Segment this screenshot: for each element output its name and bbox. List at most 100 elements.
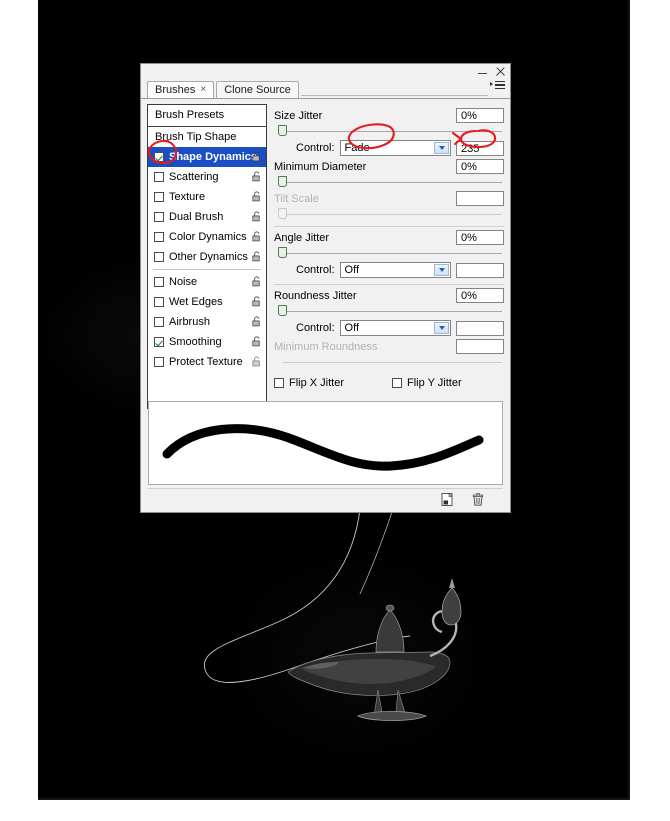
sidebar-item-texture[interactable]: Texture [148, 187, 266, 207]
roundness-control-line: Control: Off [274, 320, 504, 336]
close-icon[interactable] [495, 66, 506, 77]
angle-control-line: Control: Off [274, 262, 504, 278]
chevron-down-icon[interactable] [434, 142, 449, 154]
roundness-jitter-label: Roundness Jitter [274, 289, 357, 302]
sidebar-label-brush-tip-shape: Brush Tip Shape [155, 130, 237, 143]
minimum-diameter-value[interactable]: 0% [456, 159, 504, 174]
sidebar-item-protect-texture[interactable]: Protect Texture [148, 352, 266, 372]
minimize-icon[interactable] [477, 66, 488, 77]
checkbox-airbrush[interactable] [154, 317, 164, 327]
roundness-jitter-slider[interactable] [274, 305, 504, 317]
brush-option-list: Brush Presets Brush Tip Shape Shape Dyna… [147, 104, 267, 409]
size-jitter-label: Size Jitter [274, 109, 323, 122]
sidebar-item-color-dynamics[interactable]: Color Dynamics [148, 227, 266, 247]
size-jitter-slider-knob[interactable] [278, 125, 287, 136]
roundness-jitter-value[interactable]: 0% [456, 288, 504, 303]
sidebar-label-texture: Texture [169, 190, 206, 203]
lock-icon[interactable] [251, 296, 262, 307]
lock-icon[interactable] [251, 336, 262, 347]
roundness-control-steps[interactable] [456, 320, 504, 336]
chevron-down-icon[interactable] [434, 264, 449, 276]
angle-jitter-slider-knob[interactable] [278, 247, 287, 258]
minimum-roundness-value [456, 339, 504, 354]
checkbox-other-dynamics[interactable] [154, 252, 164, 262]
tab-clone-source[interactable]: Clone Source [216, 81, 299, 98]
minimum-diameter-slider-knob[interactable] [278, 176, 287, 187]
checkbox-wet-edges[interactable] [154, 297, 164, 307]
lock-icon[interactable] [251, 316, 262, 327]
size-jitter-value[interactable]: 0% [456, 108, 504, 123]
controls-divider-1 [274, 226, 504, 227]
checkbox-flip-x-jitter[interactable] [274, 378, 284, 388]
angle-jitter-value[interactable]: 0% [456, 230, 504, 245]
sidebar-item-brush-tip-shape[interactable]: Brush Tip Shape [148, 127, 266, 147]
minimum-diameter-slider[interactable] [274, 176, 504, 188]
lock-icon[interactable] [251, 191, 262, 202]
sidebar-label-noise: Noise [169, 275, 198, 288]
fade-steps-value[interactable]: 235 [456, 140, 504, 156]
sidebar-label-protect-texture: Protect Texture [169, 355, 243, 368]
lock-icon[interactable] [251, 231, 262, 242]
sidebar-label-smoothing: Smoothing [169, 335, 222, 348]
tab-close-icon[interactable]: × [200, 85, 206, 95]
lock-icon[interactable] [251, 251, 262, 262]
size-control-select[interactable]: Fade [339, 140, 451, 156]
flip-y-jitter-option[interactable]: Flip Y Jitter [392, 377, 462, 389]
flip-x-jitter-option[interactable]: Flip X Jitter [274, 377, 344, 389]
angle-control-select[interactable]: Off [339, 262, 451, 278]
shape-dynamics-controls: Size Jitter 0% Control: Fade 235 Minimum… [274, 104, 504, 409]
checkbox-noise[interactable] [154, 277, 164, 287]
roundness-control-select[interactable]: Off [339, 320, 451, 336]
sidebar-item-dual-brush[interactable]: Dual Brush [148, 207, 266, 227]
tilt-scale-label: Tilt Scale [274, 192, 319, 205]
checkbox-protect-texture[interactable] [154, 357, 164, 367]
sidebar-label-wet-edges: Wet Edges [169, 295, 223, 308]
option-list-scroll: Brush Tip Shape Shape Dynamics Scatterin… [148, 127, 266, 408]
sidebar-item-other-dynamics[interactable]: Other Dynamics [148, 247, 266, 267]
panel-body: Brush Presets Brush Tip Shape Shape Dyna… [141, 99, 510, 409]
lock-icon[interactable] [251, 171, 262, 182]
roundness-control-value: Off [344, 322, 360, 334]
tilt-scale-slider [274, 208, 504, 220]
roundness-jitter-slider-knob[interactable] [278, 305, 287, 316]
sidebar-label-airbrush: Airbrush [169, 315, 210, 328]
checkbox-scattering[interactable] [154, 172, 164, 182]
checkbox-flip-y-jitter[interactable] [392, 378, 403, 388]
sidebar-item-noise[interactable]: Noise [148, 272, 266, 292]
sidebar-item-brush-presets[interactable]: Brush Presets [148, 105, 266, 127]
flip-x-jitter-label: Flip X Jitter [289, 377, 345, 389]
trash-icon[interactable] [471, 492, 485, 507]
roundness-jitter-row: Roundness Jitter 0% [274, 287, 504, 304]
minimum-roundness-row: Minimum Roundness [274, 338, 504, 355]
sidebar-item-shape-dynamics[interactable]: Shape Dynamics [148, 147, 266, 167]
lock-icon[interactable] [251, 151, 262, 162]
checkbox-smoothing[interactable] [154, 337, 164, 347]
brush-stroke-graphic [162, 424, 484, 471]
panel-menu-icon[interactable] [490, 78, 506, 94]
lock-icon[interactable] [251, 211, 262, 222]
size-control-line: Control: Fade 235 [274, 140, 504, 156]
canvas-bottom-edge [38, 797, 630, 800]
minimum-diameter-row: Minimum Diameter 0% [274, 158, 504, 175]
checkbox-dual-brush[interactable] [154, 212, 164, 222]
checkbox-shape-dynamics[interactable] [154, 152, 164, 162]
sidebar-item-airbrush[interactable]: Airbrush [148, 312, 266, 332]
tab-brushes[interactable]: Brushes × [147, 81, 215, 98]
sidebar-item-scattering[interactable]: Scattering [148, 167, 266, 187]
checkbox-color-dynamics[interactable] [154, 232, 164, 242]
new-brush-icon[interactable] [440, 492, 454, 507]
sidebar-item-wet-edges[interactable]: Wet Edges [148, 292, 266, 312]
sidebar-item-smoothing[interactable]: Smoothing [148, 332, 266, 352]
angle-control-steps[interactable] [456, 262, 504, 278]
minimum-roundness-label: Minimum Roundness [274, 340, 378, 353]
panel-titlebar [141, 64, 510, 80]
angle-jitter-slider[interactable] [274, 247, 504, 259]
angle-jitter-label: Angle Jitter [274, 231, 330, 244]
chevron-down-icon[interactable] [434, 322, 449, 334]
canvas-right-edge [627, 0, 630, 800]
lock-icon[interactable] [251, 356, 262, 367]
lock-icon[interactable] [251, 276, 262, 287]
checkbox-texture[interactable] [154, 192, 164, 202]
size-jitter-slider[interactable] [274, 125, 504, 137]
option-list-divider [153, 269, 261, 270]
